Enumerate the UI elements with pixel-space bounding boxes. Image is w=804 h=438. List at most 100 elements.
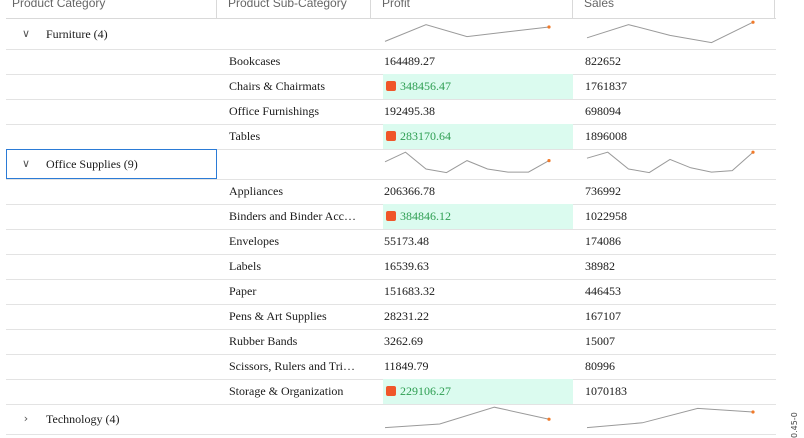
sales-cell: 698094 <box>585 104 621 118</box>
sub-category-cell: Chairs & Chairmats <box>229 79 325 93</box>
pivot-grid: Product Category Product Sub-Category Pr… <box>6 0 776 438</box>
sales-cell: 174086 <box>585 234 621 248</box>
sub-category-cell: Rubber Bands <box>229 334 298 348</box>
sales-sparkline-end-marker <box>751 20 755 24</box>
header-sales[interactable]: Sales <box>578 0 614 12</box>
sub-category-cell: Pens & Art Supplies <box>229 309 327 323</box>
group-title: Furniture (4) <box>46 27 108 41</box>
profit-value: 55173.48 <box>384 234 429 248</box>
profit-value: 164489.27 <box>384 54 435 68</box>
profit-cell: 55173.48 <box>383 229 574 254</box>
indicator-square-icon <box>386 386 396 396</box>
profit-value: 229106.27 <box>400 384 451 398</box>
sales-cell: 15007 <box>585 334 615 348</box>
sales-cell: 1896008 <box>585 129 627 143</box>
sub-category-cell: Labels <box>229 259 261 273</box>
profit-value: 384846.12 <box>400 209 451 223</box>
sub-category-cell: Envelopes <box>229 234 279 248</box>
table-row[interactable]: Scissors, Rulers and Tri… 11849.79 80996 <box>6 354 776 380</box>
group-row[interactable]: › Technology (4) <box>6 404 776 435</box>
profit-sparkline-end-marker <box>547 25 551 29</box>
profit-value: 348456.47 <box>400 79 451 93</box>
sub-category-cell: Binders and Binder Acc… <box>229 209 356 223</box>
table-row[interactable]: Chairs & Chairmats 348456.47 1761837 <box>6 74 776 100</box>
chevron-down-icon[interactable]: ∨ <box>20 19 32 49</box>
profit-value: 28231.22 <box>384 309 429 323</box>
table-row[interactable]: Office Furnishings 192495.38 698094 <box>6 99 776 125</box>
sales-cell: 38982 <box>585 259 615 273</box>
sub-category-cell: Storage & Organization <box>229 384 344 398</box>
sales-cell: 736992 <box>585 184 621 198</box>
sales-cell: 80996 <box>585 359 615 373</box>
sales-sparkline-end-marker <box>751 410 755 414</box>
sub-category-cell: Tables <box>229 129 261 143</box>
profit-sparkline-line <box>384 151 550 174</box>
column-header-row: Product Category Product Sub-Category Pr… <box>6 0 776 19</box>
profit-value: 206366.78 <box>384 184 435 198</box>
table-row[interactable]: Tables 283170.64 1896008 <box>6 124 776 150</box>
header-divider <box>370 0 371 18</box>
header-divider <box>774 0 775 18</box>
sales-cell: 822652 <box>585 54 621 68</box>
group-title: Technology (4) <box>46 412 120 426</box>
sales-cell: 1070183 <box>585 384 627 398</box>
sales-sparkline-end-marker <box>751 150 755 154</box>
header-divider <box>216 0 217 18</box>
header-product-sub-category[interactable]: Product Sub-Category <box>222 0 347 12</box>
profit-cell: 348456.47 <box>383 74 573 99</box>
sales-cell: 167107 <box>585 309 621 323</box>
sub-category-cell: Appliances <box>229 184 283 198</box>
sub-category-cell: Bookcases <box>229 54 281 68</box>
profit-sparkline-line <box>384 406 550 429</box>
side-label: 0.45-0 <box>790 412 799 438</box>
profit-sparkline-end-marker <box>547 159 551 163</box>
table-row[interactable]: Paper 151683.32 446453 <box>6 279 776 305</box>
sales-cell: 446453 <box>585 284 621 298</box>
profit-cell: 11849.79 <box>383 354 574 379</box>
profit-sparkline <box>384 406 551 429</box>
group-row[interactable]: ∨ Office Supplies (9) <box>6 149 776 180</box>
profit-sparkline <box>384 24 551 42</box>
indicator-square-icon <box>386 81 396 91</box>
sales-cell: 1022958 <box>585 209 627 223</box>
chevron-right-icon[interactable]: › <box>20 404 32 434</box>
table-row[interactable]: Storage & Organization 229106.27 1070183 <box>6 379 776 405</box>
profit-cell: 151683.32 <box>383 279 574 304</box>
table-row[interactable]: Bookcases 164489.27 822652 <box>6 49 776 75</box>
sales-sparkline <box>586 407 755 429</box>
header-divider <box>572 0 573 18</box>
sub-category-cell: Office Furnishings <box>229 104 320 118</box>
table-row[interactable]: Binders and Binder Acc… 384846.12 1022958 <box>6 204 776 230</box>
profit-value: 192495.38 <box>384 104 435 118</box>
indicator-square-icon <box>386 131 396 141</box>
table-row[interactable]: Envelopes 55173.48 174086 <box>6 229 776 255</box>
table-row[interactable]: Appliances 206366.78 736992 <box>6 179 776 205</box>
header-profit[interactable]: Profit <box>376 0 410 12</box>
profit-cell: 164489.27 <box>383 49 574 74</box>
header-product-category[interactable]: Product Category <box>6 0 105 12</box>
profit-value: 11849.79 <box>384 359 429 373</box>
chevron-down-icon[interactable]: ∨ <box>20 149 32 179</box>
sales-sparkline <box>586 20 755 44</box>
sales-cell: 1761837 <box>585 79 627 93</box>
profit-value: 283170.64 <box>400 129 451 143</box>
sales-sparkline-line <box>586 407 754 429</box>
profit-cell: 229106.27 <box>383 379 573 404</box>
table-row[interactable]: Rubber Bands 3262.69 15007 <box>6 329 776 355</box>
profit-cell: 384846.12 <box>383 204 573 229</box>
profit-cell: 192495.38 <box>383 99 574 124</box>
profit-value: 151683.32 <box>384 284 435 298</box>
sales-sparkline-line <box>586 151 754 174</box>
profit-sparkline <box>384 151 551 174</box>
group-row[interactable]: ∨ Furniture (4) <box>6 19 776 50</box>
table-row[interactable]: Labels 16539.63 38982 <box>6 254 776 280</box>
profit-cell: 3262.69 <box>383 329 574 354</box>
profit-value: 16539.63 <box>384 259 429 273</box>
sales-sparkline <box>586 150 755 174</box>
table-row[interactable]: Pens & Art Supplies 28231.22 167107 <box>6 304 776 330</box>
profit-cell: 206366.78 <box>383 179 574 204</box>
sales-sparkline-line <box>586 21 754 44</box>
sub-category-cell: Scissors, Rulers and Tri… <box>229 359 356 373</box>
profit-cell: 28231.22 <box>383 304 574 329</box>
profit-cell: 283170.64 <box>383 124 573 149</box>
